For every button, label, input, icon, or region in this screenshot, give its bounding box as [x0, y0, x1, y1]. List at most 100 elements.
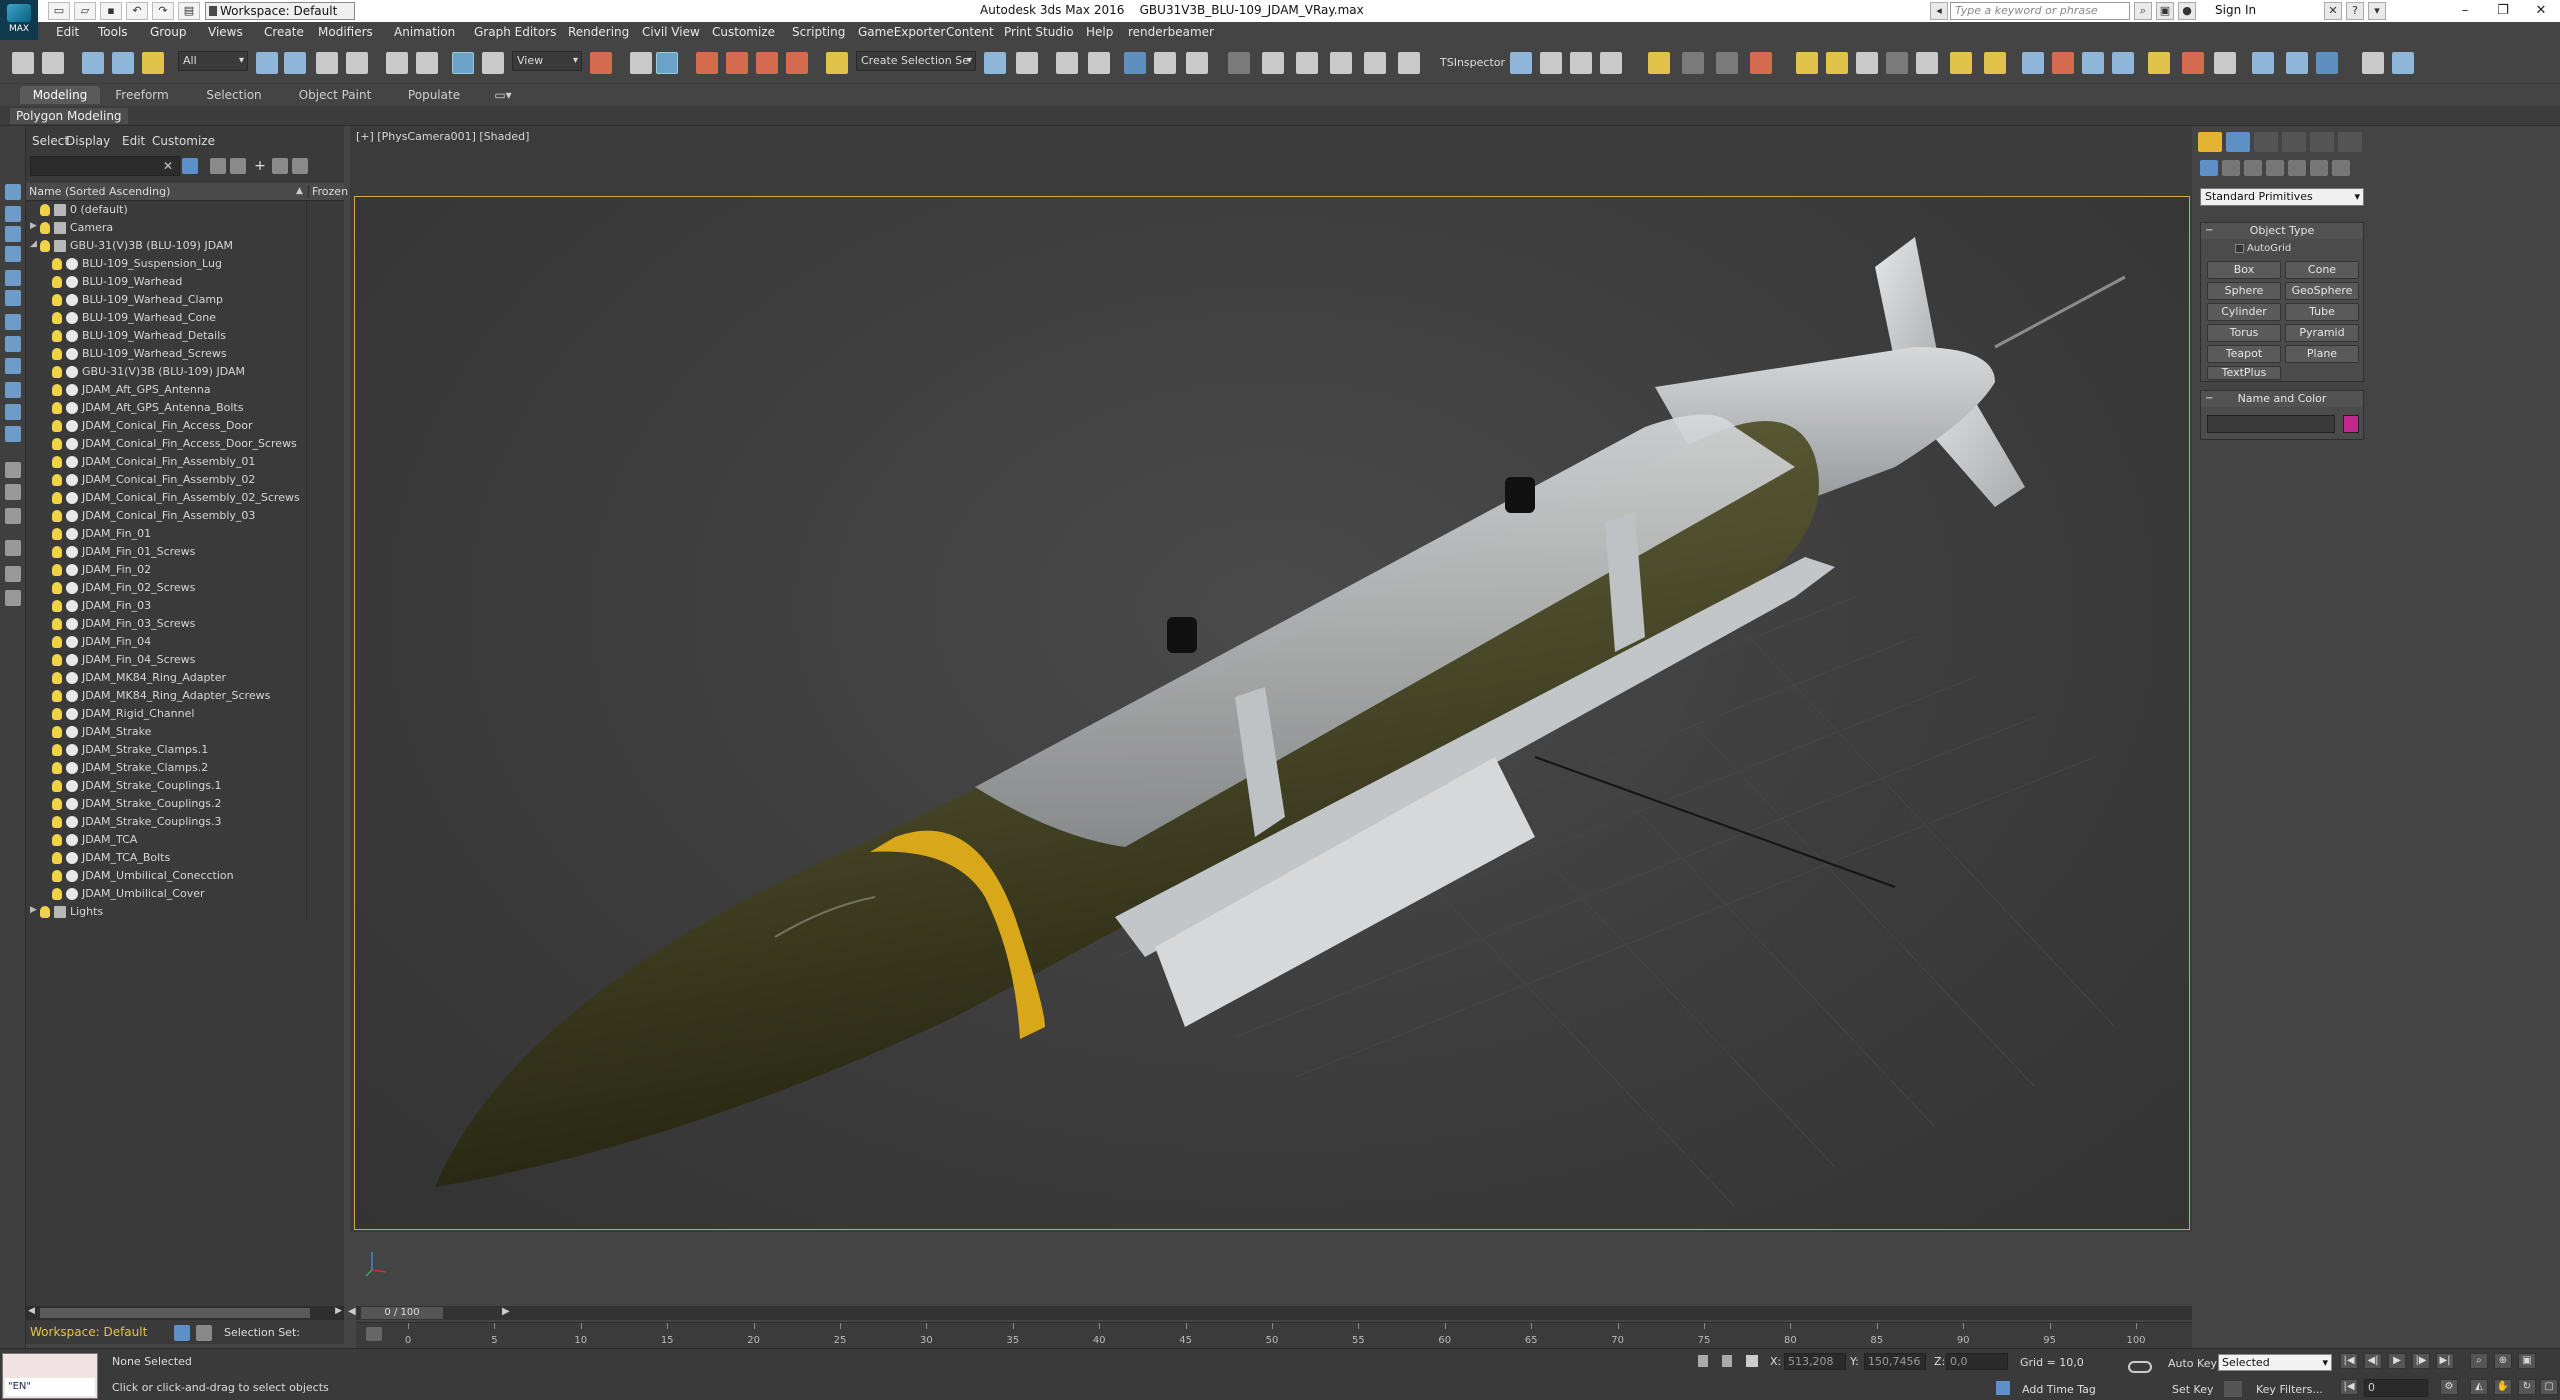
- scene-list-item[interactable]: JDAM_Aft_GPS_Antenna: [26, 381, 344, 399]
- visibility-bulb-icon[interactable]: [52, 870, 62, 882]
- scene-list-item[interactable]: ▶ Lights: [26, 903, 344, 921]
- display-lights-icon[interactable]: [5, 246, 21, 262]
- visibility-bulb-icon[interactable]: [52, 726, 62, 738]
- select-and-scale-icon[interactable]: [452, 52, 474, 74]
- time-next-icon[interactable]: ▶: [502, 1306, 510, 1317]
- filter-icon[interactable]: [5, 540, 21, 556]
- scene-list-item[interactable]: BLU-109_Warhead: [26, 273, 344, 291]
- scene-list-item[interactable]: JDAM_Fin_02_Screws: [26, 579, 344, 597]
- render-iterative-icon[interactable]: [1364, 52, 1386, 74]
- autogrid-checkbox[interactable]: AutoGrid: [2235, 243, 2291, 254]
- minimize-icon[interactable]: –: [2450, 2, 2480, 20]
- maxscript-input[interactable]: "EN": [5, 1378, 95, 1396]
- lock-cell-icon[interactable]: [210, 158, 226, 174]
- scene-list-item[interactable]: JDAM_Fin_04_Screws: [26, 651, 344, 669]
- material-editor-icon[interactable]: [1228, 52, 1250, 74]
- scene-list-item[interactable]: JDAM_Fin_01_Screws: [26, 543, 344, 561]
- layer-properties-icon[interactable]: [292, 158, 308, 174]
- scene-list-item[interactable]: JDAM_Conical_Fin_Access_Door_Screws: [26, 435, 344, 453]
- scene-list-item[interactable]: ▶ Camera: [26, 219, 344, 237]
- key-selection-dropdown[interactable]: Selected: [2218, 1354, 2332, 1371]
- textplus-button[interactable]: TextPlus: [2207, 366, 2281, 380]
- scene-list-item[interactable]: JDAM_TCA: [26, 831, 344, 849]
- vray-ies-icon[interactable]: [1856, 52, 1878, 74]
- scroll-left-icon[interactable]: ◀: [28, 1306, 35, 1316]
- expand-toggle-icon[interactable]: ▶: [30, 221, 37, 231]
- se-menu-customize[interactable]: Customize: [152, 134, 215, 148]
- vray-light-icon[interactable]: [1648, 52, 1670, 74]
- menu-content[interactable]: Content: [946, 25, 994, 39]
- selection-lock-icon[interactable]: [1722, 1355, 1732, 1367]
- visibility-bulb-icon[interactable]: [52, 402, 62, 414]
- frozen-cell[interactable]: [306, 417, 307, 435]
- vray-proxy-icon[interactable]: [1600, 52, 1622, 74]
- perspective-viewport[interactable]: [354, 196, 2190, 1230]
- object-color-swatch[interactable]: [2343, 415, 2359, 433]
- tube-button[interactable]: Tube: [2285, 303, 2359, 321]
- display-bones-icon[interactable]: [5, 382, 21, 398]
- frozen-cell[interactable]: [306, 813, 307, 831]
- frozen-cell[interactable]: [306, 543, 307, 561]
- renderbeamer-status-icon[interactable]: [2316, 52, 2338, 74]
- vray-sun-light-icon[interactable]: [1984, 52, 2006, 74]
- vray-toon-icon[interactable]: [2182, 52, 2204, 74]
- frozen-cell[interactable]: [306, 795, 307, 813]
- set-key-button[interactable]: Set Key: [2172, 1383, 2214, 1396]
- help-icon[interactable]: ?: [2346, 2, 2364, 20]
- angle-snap-icon[interactable]: [726, 52, 748, 74]
- menu-print-studio[interactable]: Print Studio: [1004, 25, 1074, 39]
- scene-list-item[interactable]: 0 (default): [26, 201, 344, 219]
- display-cameras-icon[interactable]: [5, 270, 21, 286]
- display-helpers-icon[interactable]: [5, 290, 21, 306]
- scene-list-item[interactable]: JDAM_Strake_Couplings.1: [26, 777, 344, 795]
- render-setup-icon[interactable]: [1262, 52, 1284, 74]
- display-hidden-icon[interactable]: [5, 462, 21, 478]
- scene-list-item[interactable]: JDAM_Conical_Fin_Assembly_03: [26, 507, 344, 525]
- geometry-icon[interactable]: [2200, 160, 2218, 176]
- object-type-title[interactable]: − Object Type: [2201, 223, 2363, 239]
- go-to-end-icon[interactable]: ▶|: [2436, 1353, 2454, 1369]
- menu-civil-view[interactable]: Civil View: [642, 25, 700, 39]
- visibility-bulb-icon[interactable]: [52, 456, 62, 468]
- vray-cone-icon[interactable]: [1916, 52, 1938, 74]
- display-frozen-icon[interactable]: [5, 426, 21, 442]
- manipulate-icon[interactable]: [656, 52, 678, 74]
- orbit-icon[interactable]: ↻: [2518, 1379, 2536, 1395]
- visibility-bulb-icon[interactable]: [40, 240, 50, 252]
- tab-modeling[interactable]: Modeling: [20, 86, 100, 104]
- space-warps-icon[interactable]: [2310, 160, 2328, 176]
- display-geometry-icon[interactable]: [5, 206, 21, 222]
- frozen-cell[interactable]: [306, 309, 307, 327]
- visibility-bulb-icon[interactable]: [52, 546, 62, 558]
- column-frozen-header[interactable]: Frozen: [308, 185, 348, 198]
- visibility-bulb-icon[interactable]: [40, 906, 50, 918]
- y-coordinate-field[interactable]: 150,7456: [1864, 1353, 1926, 1370]
- clear-find-icon[interactable]: ✕: [160, 158, 176, 174]
- frozen-cell[interactable]: [306, 345, 307, 363]
- vray-sphere-icon[interactable]: [1826, 52, 1848, 74]
- user-icon[interactable]: ●: [2178, 2, 2196, 20]
- select-and-rotate-icon[interactable]: [416, 52, 438, 74]
- set-key-icon[interactable]: [2224, 1381, 2242, 1397]
- filter-toggle-icon[interactable]: [182, 158, 198, 174]
- frozen-cell[interactable]: [306, 669, 307, 687]
- plane-button[interactable]: Plane: [2285, 345, 2359, 363]
- add-layer-icon[interactable]: +: [252, 158, 268, 174]
- select-and-move-icon[interactable]: [386, 52, 408, 74]
- name-and-color-title[interactable]: − Name and Color: [2201, 391, 2363, 407]
- frozen-cell[interactable]: [306, 885, 307, 903]
- align-icon[interactable]: [1016, 52, 1038, 74]
- toolbar-extra-icon[interactable]: [2362, 52, 2384, 74]
- scene-list-item[interactable]: JDAM_Conical_Fin_Assembly_01: [26, 453, 344, 471]
- frozen-cell[interactable]: [306, 777, 307, 795]
- zoom-extents-icon[interactable]: ▣: [2518, 1353, 2536, 1369]
- modify-panel-tab-icon[interactable]: [2226, 132, 2250, 152]
- frozen-cell[interactable]: [306, 525, 307, 543]
- zoom-icon[interactable]: ⌕: [2470, 1353, 2488, 1369]
- rectangular-selection-icon[interactable]: [316, 52, 338, 74]
- hierarchy-icon[interactable]: [5, 566, 21, 582]
- window-crossing-icon[interactable]: [346, 52, 368, 74]
- frozen-cell[interactable]: [306, 687, 307, 705]
- visibility-bulb-icon[interactable]: [52, 780, 62, 792]
- visibility-bulb-icon[interactable]: [52, 564, 62, 576]
